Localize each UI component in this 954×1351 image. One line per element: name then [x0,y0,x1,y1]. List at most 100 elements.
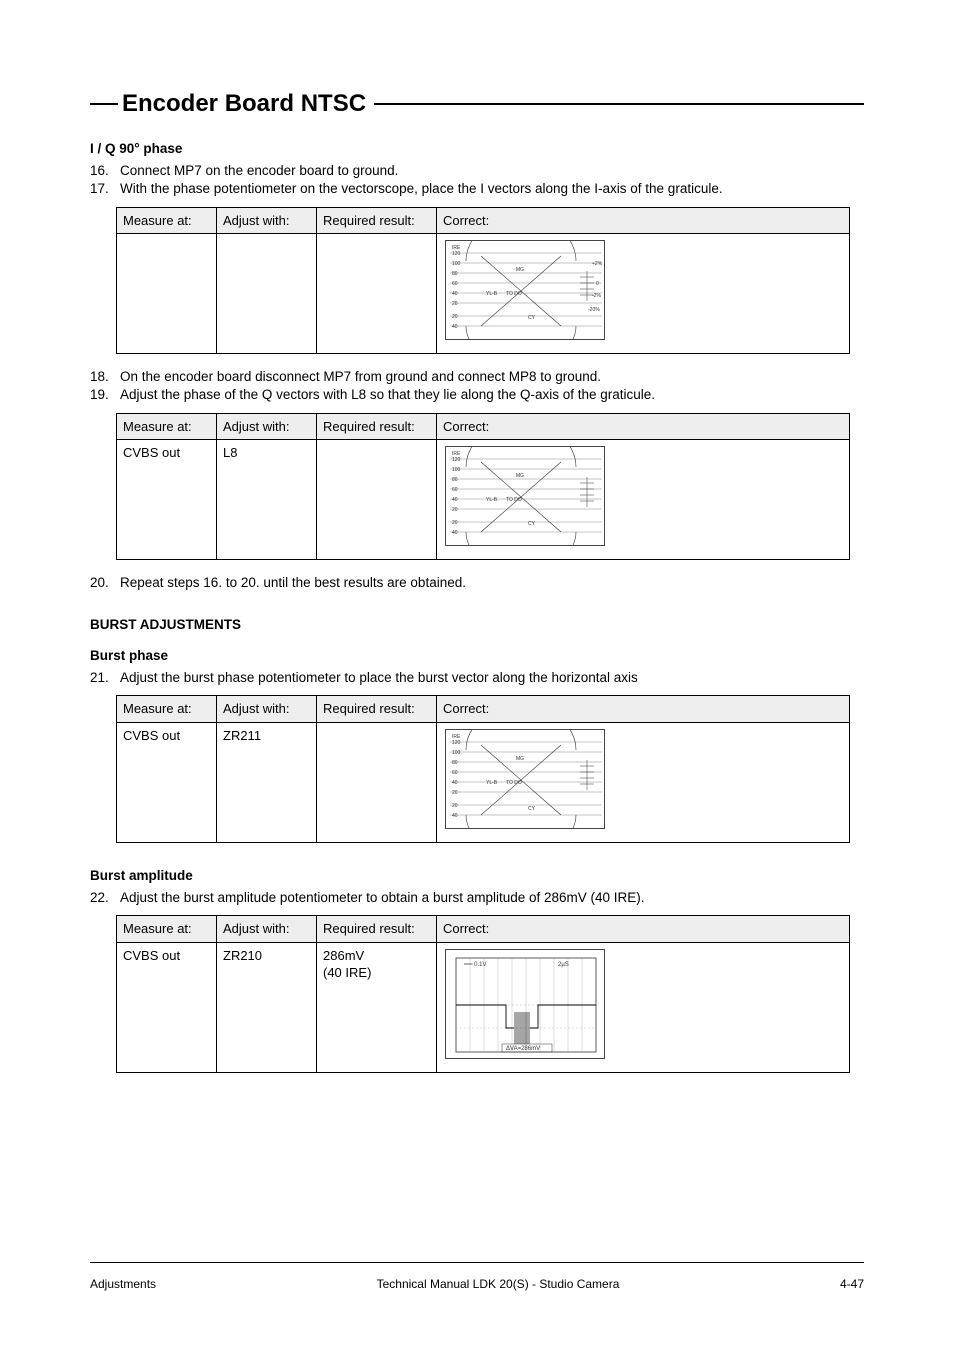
svg-text:+2%: +2% [592,261,603,267]
svg-text:-20%: -20% [588,307,600,313]
svg-text:MG: MG [516,756,524,762]
svg-text:YL-B: YL-B [486,497,498,503]
cell-adjust: ZR211 [217,722,317,842]
th-correct: Correct: [437,207,850,234]
step-text: Adjust the burst amplitude potentiometer… [120,889,645,907]
osc-label-tl: ══ 0.1V [463,962,487,968]
th-required: Required result: [317,696,437,723]
required-value-a: 286mV [323,948,364,963]
table-row: Measure at: Adjust with: Required result… [117,413,850,440]
list-item: 17.With the phase potentiometer on the v… [90,180,864,198]
cell-required [317,440,437,560]
th-required: Required result: [317,916,437,943]
svg-text:120: 120 [452,740,461,746]
vectorscope-diagram: IRE 120 100 80 60 40 20 20 40 MG CY [445,729,605,829]
svg-text:20: 20 [452,790,458,796]
svg-text:60: 60 [452,487,458,493]
vectorscope-diagram: IRE 120 100 80 60 40 20 20 40 MG CY [445,446,605,546]
svg-text:120: 120 [452,251,461,257]
title-row: Encoder Board NTSC [90,90,864,118]
svg-text:40: 40 [452,324,458,330]
cell-correct: IRE 120 100 80 60 40 20 20 40 MG CY [437,234,850,354]
svg-text:TO DO: TO DO [506,780,522,786]
svg-text:-2%: -2% [592,293,601,299]
footer-right: 4-47 [840,1277,864,1291]
required-value-b: (40 IRE) [323,965,371,980]
page-footer: Adjustments Technical Manual LDK 20(S) -… [0,1262,954,1291]
svg-text:80: 80 [452,271,458,277]
iq-heading: I / Q 90° phase [90,140,864,158]
svg-text:40: 40 [452,497,458,503]
th-correct: Correct: [437,916,850,943]
th-adjust: Adjust with: [217,916,317,943]
cell-measure: CVBS out [117,942,217,1072]
burst-phase-steps: 21. Adjust the burst phase potentiometer … [90,669,864,687]
svg-text:20: 20 [452,314,458,320]
list-item: 16.Connect MP7 on the encoder board to g… [90,162,864,180]
cell-correct: IRE 120 100 80 60 40 20 20 40 MG CY [437,722,850,842]
section-iq: I / Q 90° phase 16.Connect MP7 on the en… [90,140,864,592]
list-item: 19. Adjust the phase of the Q vectors wit… [90,386,864,404]
svg-text:60: 60 [452,281,458,287]
iq-table-1: Measure at: Adjust with: Required result… [116,207,850,355]
step-text: Adjust the phase of the Q vectors with L… [120,386,655,404]
th-measure: Measure at: [117,207,217,234]
svg-text:CY: CY [528,315,536,321]
svg-text:100: 100 [452,467,461,473]
step-text: With the phase potentiometer on the vect… [120,180,723,198]
th-adjust: Adjust with: [217,696,317,723]
svg-text:120: 120 [452,457,461,463]
th-correct: Correct: [437,696,850,723]
svg-text:CY: CY [528,806,536,812]
svg-text:100: 100 [452,750,461,756]
cell-adjust: L8 [217,440,317,560]
cell-required: 286mV (40 IRE) [317,942,437,1072]
step-number: 16. [90,162,114,180]
svg-text:TO DO: TO DO [506,497,522,503]
th-adjust: Adjust with: [217,207,317,234]
svg-text:MG: MG [516,267,524,273]
osc-label-b: ΔVA=286mV [506,1046,540,1052]
page-title: Encoder Board NTSC [118,90,374,118]
iq-step-list-3: 20.Repeat steps 16. to 20. until the bes… [90,574,864,592]
svg-text:80: 80 [452,760,458,766]
svg-text:TO DO: TO DO [506,291,522,297]
table-row: CVBS out L8 [117,440,850,560]
list-item: 20.Repeat steps 16. to 20. until the bes… [90,574,864,592]
svg-text:20: 20 [452,520,458,526]
cell-correct: IRE 120 100 80 60 40 20 20 40 MG CY [437,440,850,560]
step-text: On the encoder board disconnect MP7 from… [120,368,601,386]
svg-text:60: 60 [452,770,458,776]
burst-amplitude-table: Measure at: Adjust with: Required result… [116,915,850,1073]
list-item: 22. Adjust the burst amplitude potentiome… [90,889,864,907]
cell-measure [117,234,217,354]
iq-step-list-1: 16.Connect MP7 on the encoder board to g… [90,162,864,198]
cell-required [317,234,437,354]
cell-required [317,722,437,842]
burst-amplitude-heading: Burst amplitude [90,867,864,885]
svg-text:0: 0 [596,281,599,287]
cell-correct: ══ 0.1V 2µS ΔVA=286mV [437,942,850,1072]
title-rule-left [90,103,118,105]
step-text: Repeat steps 16. to 20. until the best r… [120,574,466,592]
list-item: 18. On the encoder board disconnect MP7 f… [90,368,864,386]
svg-text:80: 80 [452,477,458,483]
step-number: 19. [90,386,114,404]
svg-text:100: 100 [452,261,461,267]
burst-phase-heading: Burst phase [90,647,864,665]
table-row: Measure at: Adjust with: Required result… [117,696,850,723]
svg-text:20: 20 [452,301,458,307]
table-row: CVBS out ZR211 [117,722,850,842]
step-number: 22. [90,889,114,907]
step-text: Adjust the burst phase potentiometer to … [120,669,638,687]
th-required: Required result: [317,413,437,440]
step-number: 21. [90,669,114,687]
th-adjust: Adjust with: [217,413,317,440]
table-row: IRE 120 100 80 60 40 20 20 40 MG CY [117,234,850,354]
step-number: 18. [90,368,114,386]
section-burst: BURST ADJUSTMENTS Burst phase 21. Adjust … [90,616,864,1072]
burst-heading: BURST ADJUSTMENTS [90,616,864,634]
iq-step-list-2: 18. On the encoder board disconnect MP7 f… [90,368,864,404]
cell-measure: CVBS out [117,722,217,842]
footer-rule [90,1262,864,1263]
